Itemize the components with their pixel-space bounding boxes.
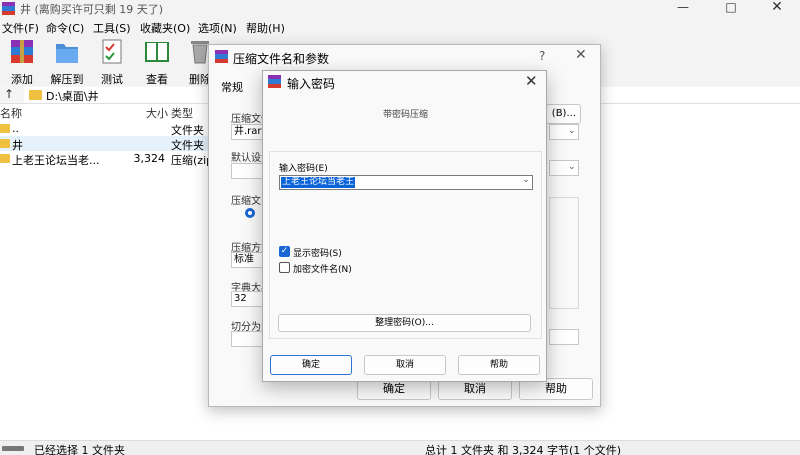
toolbar-view-button[interactable]: 查看	[137, 38, 177, 86]
folder-icon	[0, 124, 10, 133]
ok-button[interactable]: 确定	[270, 355, 352, 375]
menu-help[interactable]: 帮助(H)	[246, 20, 285, 36]
menu-tools[interactable]: 工具(S)	[93, 20, 131, 36]
dictionary-size-select[interactable]: 32	[231, 291, 263, 307]
winrar-app-icon	[2, 2, 15, 15]
toolbar-test-button[interactable]: 测试	[92, 38, 132, 86]
toolbar-add-button[interactable]: 添加	[2, 38, 42, 86]
zip-file-icon	[0, 154, 10, 163]
chevron-down-icon: ⌄	[568, 162, 576, 172]
dialog-title: 压缩文件名和参数	[233, 52, 330, 66]
menu-file[interactable]: 文件(F)	[2, 20, 39, 36]
table-row[interactable]: .. 文件夹	[0, 121, 210, 137]
profile-label: 默认设置	[231, 153, 263, 164]
checkbox-unchecked	[279, 262, 290, 273]
chevron-down-icon: ⌄	[568, 126, 576, 136]
book-view-icon	[145, 42, 169, 62]
archive-name-field[interactable]: 井.rar	[231, 124, 263, 140]
file-name: ..	[12, 122, 19, 135]
menu-options[interactable]: 选项(N)	[198, 20, 237, 36]
close-icon[interactable]: ✕	[525, 72, 538, 90]
profiles-button[interactable]	[231, 163, 263, 179]
path-text: D:\桌面\井	[46, 90, 99, 103]
chevron-down-icon[interactable]: ⌄	[520, 175, 532, 185]
organize-passwords-button[interactable]: 整理密码(O)...	[278, 314, 531, 332]
file-size: 3,324	[133, 152, 166, 165]
drive-icon	[2, 446, 24, 451]
status-total: 总计 1 文件夹 和 3,324 字节(1 个文件)	[425, 444, 622, 455]
file-name: 上老王论坛当老...	[12, 154, 100, 167]
menu-favorites[interactable]: 收藏夹(O)	[140, 20, 190, 36]
folder-icon	[0, 139, 10, 148]
column-header-type[interactable]: 类型	[171, 105, 193, 121]
column-header-name[interactable]: 名称	[0, 105, 22, 121]
options-select[interactable]: ⌄	[549, 160, 579, 176]
help-button[interactable]: 帮助	[458, 355, 540, 375]
column-header-size[interactable]: 大小	[146, 105, 168, 121]
compression-method-select[interactable]: 标准	[231, 252, 263, 268]
menu-bar: 文件(F) 命令(C) 工具(S) 收藏夹(O) 选项(N) 帮助(H)	[0, 18, 800, 36]
file-list: 名称 大小 类型 .. 文件夹 井 文件夹 上老王论坛当老... 3,324 压…	[0, 104, 214, 440]
tab-general[interactable]: 常规	[221, 79, 243, 95]
set-password-button[interactable]	[549, 329, 579, 345]
file-type: 压缩(zip	[171, 154, 214, 167]
password-input[interactable]: 上老王论坛当老王 ⌄	[279, 175, 533, 190]
maximize-button[interactable]: □	[708, 0, 754, 18]
up-arrow-icon[interactable]: ↑	[4, 87, 14, 101]
folder-icon	[29, 90, 42, 100]
winrar-add-icon	[11, 40, 33, 63]
dialog-subtitle: 带密码压缩	[382, 110, 428, 120]
menu-command[interactable]: 命令(C)	[46, 20, 84, 36]
password-value: 上老王论坛当老王	[281, 177, 356, 188]
window-title: 井 (离购买许可只剩 19 天了)	[20, 3, 164, 16]
password-label: 输入密码(E)	[279, 164, 328, 174]
close-icon[interactable]: ✕	[575, 47, 587, 63]
split-volumes-field[interactable]	[231, 331, 263, 347]
dialog-title: 输入密码	[287, 77, 336, 91]
show-password-label: 显示密码(S)	[293, 249, 342, 259]
enter-password-dialog: 输入密码 ✕ 带密码压缩 输入密码(E) 上老王论坛当老王 ⌄ ✓ 显示密码(S…	[262, 70, 547, 382]
archive-format-label: 压缩文	[231, 196, 261, 207]
cancel-button[interactable]: 取消	[364, 355, 446, 375]
table-row[interactable]: 上老王论坛当老... 3,324 压缩(zip	[0, 151, 214, 167]
archive-name-label: 压缩文件	[231, 114, 263, 125]
browse-button[interactable]: (B)...	[545, 104, 581, 124]
title-bar: 井 (离购买许可只剩 19 天了) — □ ✕	[0, 0, 800, 18]
table-row[interactable]: 井 文件夹	[0, 136, 210, 152]
winrar-app-icon	[268, 75, 281, 88]
options-group	[549, 197, 579, 309]
toolbar-extract-button[interactable]: 解压到	[47, 38, 87, 86]
status-selection: 已经选择 1 文件夹	[34, 444, 125, 455]
help-icon[interactable]: ?	[539, 49, 545, 63]
format-radio[interactable]	[245, 208, 255, 218]
checklist-test-icon	[102, 39, 122, 64]
update-mode-select[interactable]: ⌄	[549, 124, 579, 140]
close-button[interactable]: ✕	[754, 0, 800, 18]
winrar-app-icon	[215, 50, 228, 63]
status-bar: 已经选择 1 文件夹 总计 1 文件夹 和 3,324 字节(1 个文件)	[0, 440, 800, 455]
minimize-button[interactable]: —	[660, 0, 706, 18]
folder-extract-icon	[56, 44, 78, 63]
encrypt-filenames-label: 加密文件名(N)	[293, 265, 352, 275]
checkbox-checked: ✓	[279, 246, 290, 257]
